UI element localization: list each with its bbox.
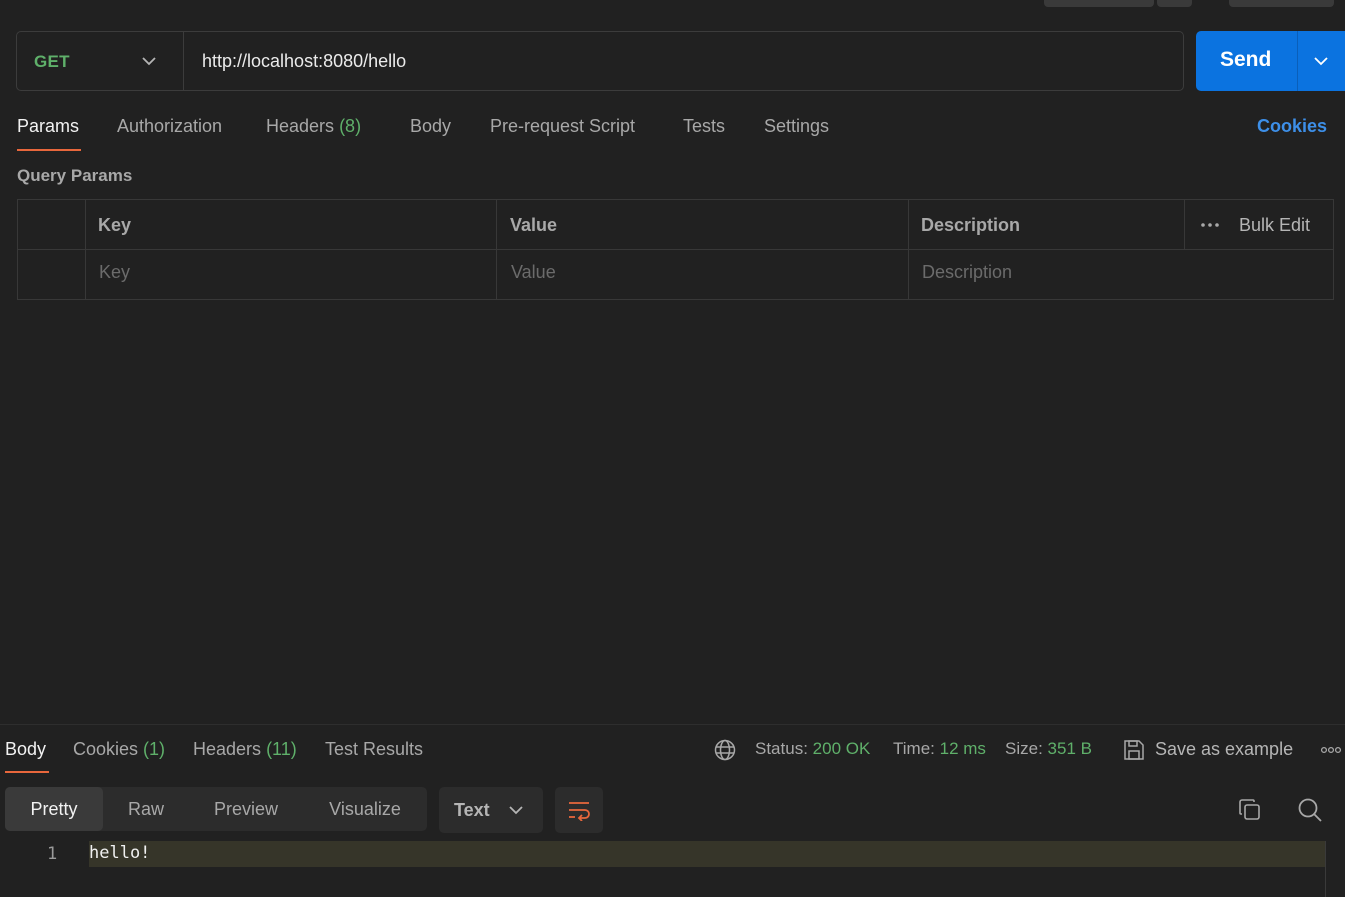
tab-body[interactable]: Body [410, 116, 451, 137]
url-bar: GET http://localhost:8080/hello [16, 31, 1184, 91]
tab-count-badge: (1) [143, 739, 166, 759]
more-options-icon[interactable] [1320, 746, 1342, 754]
response-tab-cookies[interactable]: Cookies (1) [73, 739, 165, 760]
tab-label: Cookies [73, 739, 139, 759]
size-label: Size: [1005, 739, 1043, 758]
tab-label: Body [5, 739, 47, 759]
tab-label: Settings [764, 116, 830, 136]
method-select[interactable]: GET [17, 32, 184, 90]
tab-authorization[interactable]: Authorization [117, 116, 222, 137]
send-label: Send [1220, 48, 1272, 71]
view-raw-button[interactable]: Raw [103, 787, 189, 831]
tab-headers[interactable]: Headers (8) [266, 116, 361, 137]
method-label: GET [34, 52, 70, 71]
column-header-key: Key [98, 215, 132, 235]
value-input[interactable]: Value [511, 262, 556, 283]
chevron-down-icon[interactable] [1312, 53, 1330, 69]
wrap-lines-button[interactable] [555, 787, 603, 833]
column-header-value: Value [510, 215, 558, 235]
save-as-example-button[interactable]: Save as example [1155, 739, 1293, 760]
editor-scrollbar[interactable] [1325, 841, 1326, 897]
response-tab-body[interactable]: Body [5, 739, 46, 760]
search-icon[interactable] [1297, 797, 1323, 823]
tab-label: Authorization [117, 116, 223, 136]
response-tab-headers[interactable]: Headers (11) [193, 739, 297, 760]
tab-settings[interactable]: Settings [764, 116, 829, 137]
key-input[interactable]: Key [99, 262, 130, 283]
chevron-down-icon [509, 806, 523, 815]
format-label: Text [454, 800, 490, 820]
description-input[interactable]: Description [922, 262, 1012, 283]
view-visualize-button[interactable]: Visualize [303, 787, 427, 831]
row-divider [18, 249, 1333, 250]
response-size: Size: 351 B [1005, 739, 1092, 759]
column-divider [1184, 200, 1185, 249]
tab-label: Params [17, 116, 80, 136]
send-divider [1297, 31, 1298, 91]
time-label: Time: [893, 739, 935, 758]
response-body-text[interactable]: hello! [89, 843, 150, 863]
tab-label: Test Results [325, 739, 424, 759]
send-button[interactable]: Send [1196, 31, 1345, 91]
view-pretty-button[interactable]: Pretty [5, 787, 103, 831]
wrap-lines-icon [569, 802, 590, 821]
tab-label: Headers [193, 739, 262, 759]
column-header-description: Description [921, 215, 1021, 235]
more-options-icon[interactable] [1200, 221, 1220, 229]
top-toolbar-stub [1157, 0, 1192, 7]
tab-label: Tests [683, 116, 726, 136]
tab-count-badge: (8) [339, 116, 362, 136]
time-value: 12 ms [939, 739, 986, 758]
active-tab-indicator [17, 149, 81, 151]
status-label: Status: [755, 739, 808, 758]
tab-label: Body [410, 116, 452, 136]
line-number: 1 [47, 844, 58, 864]
save-icon[interactable] [1123, 739, 1145, 761]
chevron-down-icon [142, 57, 156, 66]
response-status: Status: 200 OK [755, 739, 870, 759]
tab-pre-request-script[interactable]: Pre-request Script [490, 116, 635, 137]
format-select[interactable]: Text [439, 787, 543, 833]
tab-params[interactable]: Params [17, 116, 79, 137]
globe-icon[interactable] [714, 739, 736, 761]
tab-tests[interactable]: Tests [683, 116, 725, 137]
active-line-highlight [89, 841, 1325, 867]
query-params-title: Query Params [17, 166, 133, 185]
size-value: 351 B [1047, 739, 1092, 758]
copy-icon[interactable] [1238, 798, 1262, 822]
url-input[interactable]: http://localhost:8080/hello [202, 51, 406, 72]
active-tab-indicator [5, 771, 49, 773]
tab-label: Pre-request Script [490, 116, 636, 136]
bulk-edit-button[interactable]: Bulk Edit [1239, 215, 1310, 236]
response-divider[interactable] [0, 724, 1345, 725]
status-value: 200 OK [812, 739, 871, 758]
response-tab-test-results[interactable]: Test Results [325, 739, 423, 760]
query-params-table: Key Value Description Bulk Edit Key Valu… [17, 199, 1334, 300]
view-mode-switcher: Pretty Raw Preview Visualize [5, 787, 427, 831]
top-toolbar-stub [1229, 0, 1334, 7]
response-time: Time: 12 ms [893, 739, 986, 759]
view-preview-button[interactable]: Preview [189, 787, 303, 831]
tab-label: Headers [266, 116, 335, 136]
cookies-link[interactable]: Cookies [1257, 116, 1327, 137]
top-toolbar-stub [1044, 0, 1154, 7]
tab-count-badge: (11) [266, 739, 297, 759]
